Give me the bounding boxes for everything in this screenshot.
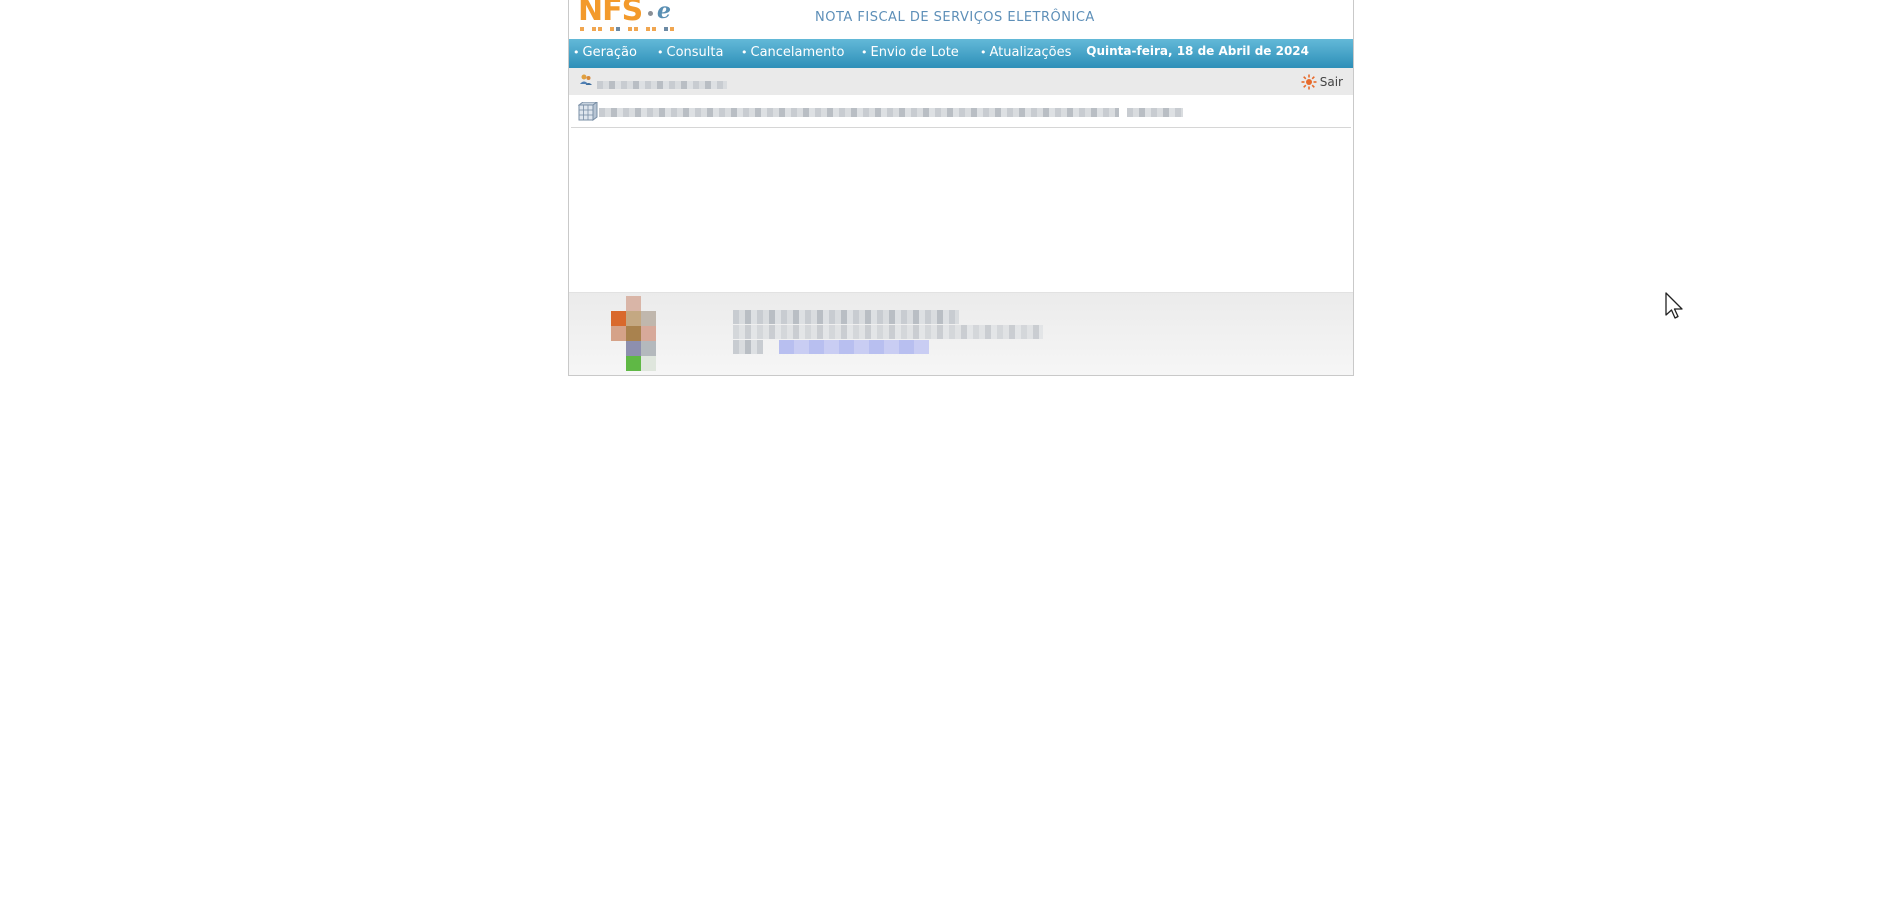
menu-item-envio-de-lote[interactable]: Envio de Lote: [861, 45, 959, 60]
footer-line-1-redacted: [733, 310, 959, 324]
mouse-cursor-icon: [1665, 292, 1683, 319]
footer: [569, 292, 1353, 375]
content-title-redacted: [599, 108, 1119, 117]
logo-dot: [648, 11, 653, 16]
logout-label: Sair: [1319, 75, 1343, 89]
logout-button[interactable]: Sair: [1301, 74, 1343, 90]
menu-item-atualizacoes[interactable]: Atualizações: [980, 45, 1072, 60]
content-subtitle-redacted: [1127, 108, 1183, 117]
user-name-redacted: [597, 81, 727, 89]
content-area: [569, 128, 1353, 293]
footer-link-redacted[interactable]: [779, 340, 929, 354]
user-bar: Sair: [569, 68, 1353, 95]
footer-line-2-redacted: [733, 325, 1043, 339]
logo-suffix: e: [657, 0, 671, 24]
menu-item-consulta[interactable]: Consulta: [657, 45, 724, 60]
content-header: [571, 95, 1351, 128]
logo-pixel-pattern: [580, 27, 676, 37]
site-header: NFS e NOTA FISCAL DE SERVIÇOS ELETRÔNICA: [569, 0, 1353, 39]
logo-text: NFS: [578, 0, 643, 28]
logout-sun-icon: [1301, 74, 1317, 90]
menu-item-cancelamento[interactable]: Cancelamento: [741, 45, 845, 60]
main-menu: Geração Consulta Cancelamento Envio de L…: [569, 39, 1353, 68]
page-container: NFS e NOTA FISCAL DE SERVIÇOS ELETRÔNICA…: [568, 0, 1354, 376]
grid-cube-icon: [578, 102, 598, 121]
current-date: Quinta-feira, 18 de Abril de 2024: [1086, 44, 1309, 58]
menu-item-geracao[interactable]: Geração: [573, 45, 637, 60]
footer-line-3-redacted: [733, 340, 763, 354]
nfse-logo: NFS e: [578, 0, 678, 38]
footer-logo: [611, 296, 671, 371]
site-title: NOTA FISCAL DE SERVIÇOS ELETRÔNICA: [815, 10, 1095, 25]
users-icon: [580, 74, 592, 85]
